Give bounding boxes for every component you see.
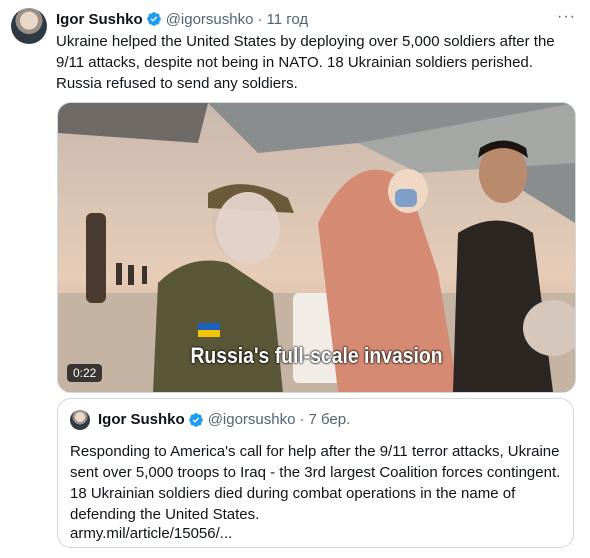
quoted-tweet-timestamp: 7 бер.	[308, 411, 351, 428]
quoted-tweet-header: Igor Sushko @igorsushko · 7 бер.	[98, 411, 350, 428]
quoted-tweet-text: Responding to America's call for help af…	[70, 443, 561, 523]
tweet-text: Ukraine helped the United States by depl…	[56, 33, 555, 92]
video-player[interactable]: Russia's full-scale invasion 0:22	[57, 102, 576, 393]
separator-dot: ·	[299, 411, 305, 428]
author-avatar[interactable]	[11, 8, 47, 44]
video-duration: 0:22	[67, 364, 103, 382]
video-caption: Russia's full-scale invasion	[190, 343, 443, 368]
quoted-tweet[interactable]: Igor Sushko @igorsushko · 7 бер. Respond…	[57, 398, 574, 548]
author-name[interactable]: Igor Sushko	[56, 11, 143, 28]
tweet[interactable]: Igor Sushko @igorsushko · 11 год ··· Ukr…	[0, 0, 590, 558]
quoted-tweet-link[interactable]: army.mil/article/15056/...	[70, 525, 232, 542]
quoted-author-handle: @igorsushko	[207, 411, 296, 428]
author-handle[interactable]: @igorsushko	[166, 11, 254, 28]
more-options-icon[interactable]: ···	[557, 8, 576, 26]
quoted-author-name: Igor Sushko	[98, 411, 185, 428]
verified-badge-icon	[188, 412, 203, 427]
verified-badge-icon	[146, 12, 161, 26]
tweet-timestamp[interactable]: 11 год	[266, 11, 308, 28]
separator-dot: ·	[257, 10, 263, 28]
quoted-author-avatar	[70, 410, 90, 430]
tweet-header: Igor Sushko @igorsushko · 11 год	[56, 9, 308, 29]
